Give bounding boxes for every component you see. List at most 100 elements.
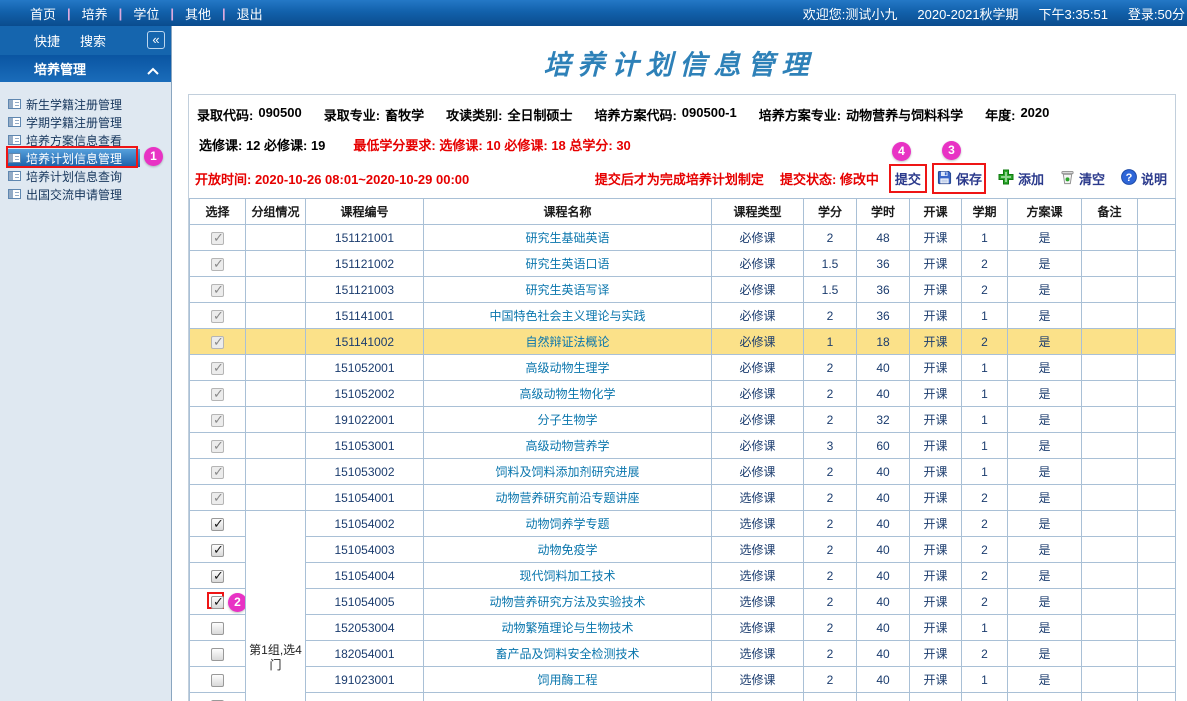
credit: 2 — [803, 224, 857, 251]
login-duration-text: 登录:50分 — [1127, 6, 1185, 22]
row-checkbox[interactable] — [211, 413, 224, 427]
row-checkbox[interactable] — [211, 361, 224, 375]
course-link[interactable]: 中国特色社会主义理论与实践 — [489, 309, 645, 323]
course-link[interactable]: 动物营养研究方法及实验技术 — [489, 595, 645, 609]
course-link[interactable]: 动物繁殖理论与生物技术 — [501, 621, 633, 635]
course-link[interactable]: 现代饲料加工技术 — [519, 569, 615, 583]
info-field: 攻读类别: 全日制硕士 — [446, 108, 573, 123]
open-status: 开课 — [909, 510, 962, 537]
course-code: 151121001 — [305, 224, 424, 251]
row-checkbox[interactable] — [211, 569, 224, 583]
course-link[interactable]: 高级动物生物化学 — [519, 387, 615, 401]
course-table: 选择分组情况课程编号课程名称课程类型学分学时开课学期方案课备注 15112100… — [189, 198, 1176, 701]
sidebar-section-title: 培养管理 — [34, 62, 87, 77]
extra-cell — [1137, 588, 1176, 615]
plan-course: 是 — [1007, 510, 1082, 537]
sidebar-item-active[interactable]: 培养计划信息管理 1 — [6, 146, 171, 168]
help-icon: ? — [1121, 169, 1137, 188]
course-link[interactable]: 动物营养研究前沿专题讲座 — [495, 491, 639, 505]
row-checkbox[interactable] — [211, 387, 224, 401]
sidebar-item-label: 学期学籍注册管理 — [26, 115, 123, 130]
row-checkbox[interactable] — [211, 439, 224, 453]
sidebar-item[interactable]: 培养方案信息查看 — [6, 131, 171, 149]
top-nav-item[interactable]: 学位 — [133, 4, 159, 23]
course-link[interactable]: 动物免疫学 — [537, 543, 597, 557]
course-link[interactable]: 自然辩证法概论 — [525, 335, 609, 349]
form-icon — [8, 171, 21, 181]
row-checkbox[interactable] — [211, 309, 224, 323]
select-cell — [189, 406, 246, 433]
course-type: 必修课 — [711, 224, 804, 251]
course-type: 必修课 — [711, 406, 804, 433]
course-code: 151121003 — [305, 276, 424, 303]
top-nav-item[interactable]: 首页 — [30, 4, 56, 23]
course-code: 151054001 — [305, 484, 424, 511]
help-button[interactable]: ? 说明 — [1121, 169, 1167, 188]
credit: 2 — [803, 458, 857, 485]
sidebar-section-header[interactable]: 培养管理 — [0, 55, 171, 82]
save-button[interactable]: 3 保存 — [931, 141, 986, 194]
row-checkbox[interactable] — [211, 673, 224, 687]
note — [1081, 614, 1138, 641]
top-nav-item[interactable]: 退出 — [237, 4, 263, 23]
chevron-up-icon[interactable] — [147, 63, 159, 78]
clear-icon — [1060, 170, 1075, 188]
row-checkbox[interactable] — [211, 543, 224, 557]
row-checkbox[interactable] — [211, 621, 224, 635]
row-checkbox[interactable] — [211, 491, 224, 505]
table-row: 191023001 饲用酶工程 选修课 2 40 开课 1 是 — [189, 666, 1176, 693]
row-checkbox[interactable] — [211, 231, 224, 245]
sidebar-item[interactable]: 出国交流申请管理 — [6, 185, 171, 203]
tab-search[interactable]: 搜索 — [80, 31, 106, 50]
plan-course: 是 — [1007, 354, 1082, 381]
save-icon — [937, 170, 952, 188]
add-button[interactable]: 添加 — [998, 169, 1044, 188]
course-name-cell: 现代饲料加工技术 — [423, 562, 712, 589]
submit-button[interactable]: 4 提交 — [888, 142, 927, 193]
course-link[interactable]: 饲料及饲料添加剂研究进展 — [495, 465, 639, 479]
top-nav-item[interactable]: 其他 — [185, 4, 211, 23]
select-cell — [189, 510, 246, 537]
clear-button[interactable]: 清空 — [1060, 169, 1105, 188]
form-icon — [8, 153, 21, 163]
hours: 60 — [856, 432, 910, 459]
info-field: 培养方案代码: 090500-1 — [594, 105, 737, 123]
row-checkbox[interactable] — [211, 465, 224, 479]
sidebar-item[interactable]: 培养计划信息查询 — [6, 167, 171, 185]
sidebar-item-label: 出国交流申请管理 — [26, 187, 123, 202]
course-link[interactable]: 分子生物学 — [537, 413, 597, 427]
sidebar-item[interactable]: 学期学籍注册管理 — [6, 113, 171, 131]
row-checkbox[interactable] — [211, 517, 224, 531]
plan-course: 是 — [1007, 406, 1082, 433]
sidebar-item[interactable]: 新生学籍注册管理 — [6, 95, 171, 113]
row-checkbox[interactable] — [211, 647, 224, 661]
row-checkbox[interactable] — [211, 283, 224, 297]
course-link[interactable]: 饲用酶工程 — [537, 673, 597, 687]
note — [1081, 692, 1138, 701]
sidebar-collapse-icon[interactable]: « — [147, 31, 165, 49]
term: 2 — [961, 562, 1008, 589]
course-link[interactable]: 研究生英语口语 — [525, 257, 609, 271]
note — [1081, 302, 1138, 329]
table-row: 151121001 研究生基础英语 必修课 2 48 开课 1 是 — [189, 224, 1176, 251]
course-link[interactable]: 研究生英语写译 — [525, 283, 609, 297]
hours: 40 — [856, 354, 910, 381]
row-checkbox[interactable] — [211, 595, 224, 609]
course-link[interactable]: 研究生基础英语 — [525, 231, 609, 245]
open-status: 开课 — [909, 250, 962, 277]
course-link[interactable]: 高级动物生理学 — [525, 361, 609, 375]
course-link[interactable]: 高级动物营养学 — [525, 439, 609, 453]
note — [1081, 484, 1138, 511]
sidebar-item-label: 培养方案信息查看 — [26, 133, 123, 148]
term: 1 — [961, 614, 1008, 641]
course-link[interactable]: 动物饲养学专题 — [525, 517, 609, 531]
row-checkbox[interactable] — [211, 335, 224, 349]
top-status: 欢迎您:测试小九 2020-2021秋学期 下午3:35:51 登录:50分 — [803, 4, 1187, 23]
tab-quick[interactable]: 快捷 — [34, 31, 60, 50]
table-row: 151052001 高级动物生理学 必修课 2 40 开课 1 是 — [189, 354, 1176, 381]
extra-cell — [1137, 380, 1176, 407]
row-checkbox[interactable] — [211, 257, 224, 271]
course-link[interactable]: 畜产品及饲料安全检测技术 — [495, 647, 639, 661]
select-cell — [189, 562, 246, 589]
top-nav-item[interactable]: 培养 — [82, 4, 108, 23]
